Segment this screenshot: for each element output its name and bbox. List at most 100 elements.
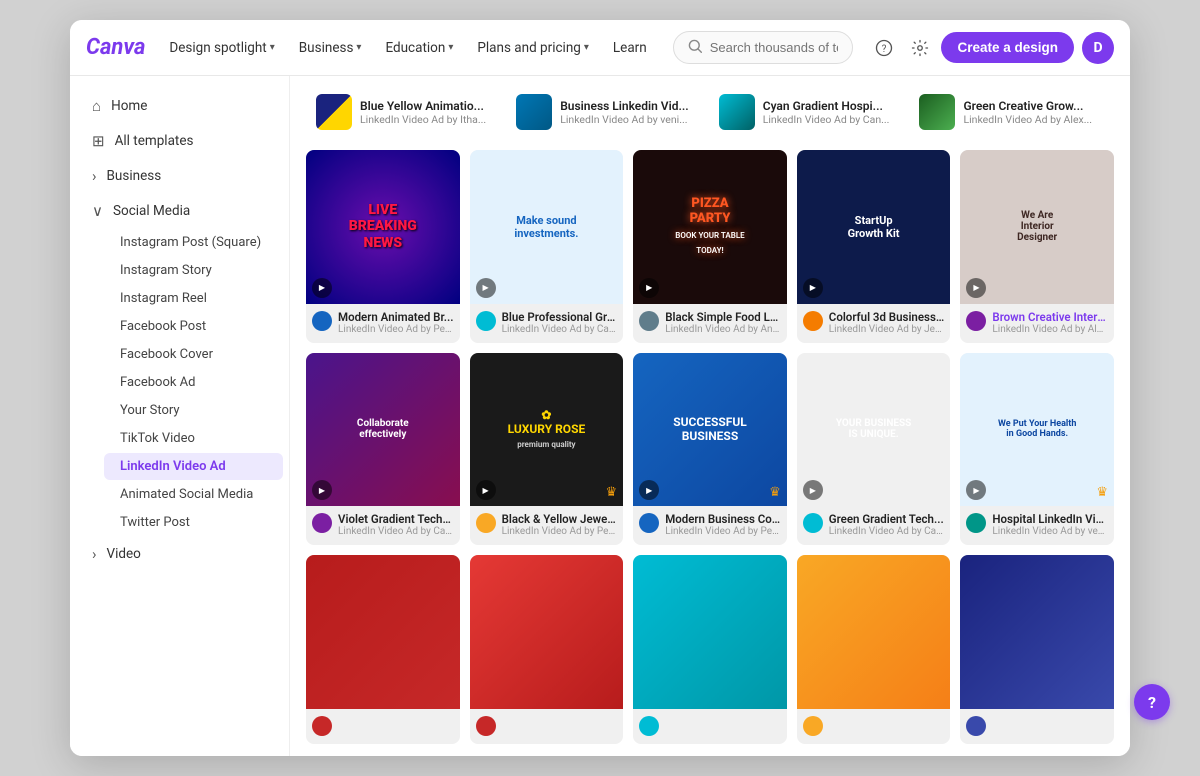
nav-plans[interactable]: Plans and pricing ▾ <box>469 34 597 62</box>
chevron-down-icon: ▾ <box>270 42 275 53</box>
template-title-row1-2: Blue Professional Gra... <box>502 310 618 324</box>
top-strip-thumb-1 <box>516 94 552 130</box>
create-design-button[interactable]: Create a design <box>941 32 1074 63</box>
help-icon-btn[interactable]: ? <box>871 32 898 64</box>
sidebar-item-instagram-story[interactable]: Instagram Story <box>104 257 283 284</box>
template-title-row1-5: Brown Creative Interi... <box>992 310 1108 324</box>
top-strip-title-2: Cyan Gradient Hospi... <box>763 99 890 113</box>
top-strip-sub-2: LinkedIn Video Ad by Can... <box>763 113 890 126</box>
content-area: Blue Yellow Animatio... LinkedIn Video A… <box>290 76 1130 756</box>
top-strip-card-1[interactable]: Business Linkedin Vid... LinkedIn Video … <box>506 88 699 136</box>
sidebar-item-instagram-post[interactable]: Instagram Post (Square) <box>104 229 283 256</box>
template-card-row2-4[interactable]: YOUR BUSINESSIS UNIQUE. ▶ Green Gradient… <box>797 353 951 546</box>
template-card-row2-1[interactable]: Collaborateeffectively ▶ Violet Gradient… <box>306 353 460 546</box>
template-title-row2-5: Hospital LinkedIn Vid... <box>992 512 1108 526</box>
nav-business[interactable]: Business ▾ <box>291 34 370 62</box>
chevron-down-icon: ▾ <box>584 42 589 53</box>
template-card-row3-4[interactable] <box>797 555 951 744</box>
top-strip: Blue Yellow Animatio... LinkedIn Video A… <box>306 88 1114 136</box>
grid-icon: ⊞ <box>92 132 105 150</box>
search-bar[interactable] <box>673 31 853 64</box>
sidebar-item-tiktok-video[interactable]: TikTok Video <box>104 425 283 452</box>
top-strip-sub-1: LinkedIn Video Ad by veni... <box>560 113 689 126</box>
template-thumb-row2-3: SUCCESSFULBUSINESS ▶ ♛ <box>633 353 787 507</box>
play-icon: ▶ <box>639 278 659 298</box>
play-icon: ▶ <box>312 480 332 500</box>
template-title-row2-2: Black & Yellow Jewelr... <box>502 512 618 526</box>
template-card-row1-3[interactable]: PIZZAPARTYBOOK YOUR TABLETODAY! ▶ Black … <box>633 150 787 343</box>
top-strip-thumb-3 <box>919 94 955 130</box>
template-avatar-row3-3 <box>639 716 659 736</box>
sidebar-item-business[interactable]: › Business <box>76 159 283 193</box>
template-card-row3-2[interactable] <box>470 555 624 744</box>
template-title-row2-3: Modern Business Co... <box>665 512 781 526</box>
sidebar-item-video[interactable]: › Video <box>76 537 283 571</box>
nav-learn[interactable]: Learn <box>605 34 655 62</box>
chevron-right-icon: › <box>92 167 97 185</box>
sidebar-item-facebook-ad[interactable]: Facebook Ad <box>104 369 283 396</box>
search-input[interactable] <box>710 40 838 55</box>
template-avatar-row2-1 <box>312 513 332 533</box>
top-strip-thumb-2 <box>719 94 755 130</box>
template-card-row1-4[interactable]: StartUpGrowth Kit ▶ Colorful 3d Business… <box>797 150 951 343</box>
template-title-row1-4: Colorful 3d Business ... <box>829 310 945 324</box>
sidebar-item-linkedin-video-ad[interactable]: LinkedIn Video Ad <box>104 453 283 480</box>
template-grid: LIVEBREAKINGNEWS ▶ Modern Animated Br...… <box>306 150 1114 744</box>
sidebar-item-all-templates[interactable]: ⊞ All templates <box>76 124 283 158</box>
sidebar-item-your-story[interactable]: Your Story <box>104 397 283 424</box>
template-thumb-row1-5: We AreInteriorDesigner ▶ <box>960 150 1114 304</box>
template-avatar-row3-4 <box>803 716 823 736</box>
crown-icon: ♛ <box>606 485 618 500</box>
template-thumb-row1-4: StartUpGrowth Kit ▶ <box>797 150 951 304</box>
sidebar-item-twitter-post[interactable]: Twitter Post <box>104 509 283 536</box>
template-card-row1-1[interactable]: LIVEBREAKINGNEWS ▶ Modern Animated Br...… <box>306 150 460 343</box>
template-sub-row2-5: LinkedIn Video Ad by veni... <box>992 526 1108 537</box>
avatar[interactable]: D <box>1082 32 1114 64</box>
nav-design-spotlight[interactable]: Design spotlight ▾ <box>161 34 282 62</box>
template-thumb-row2-5: We Put Your Healthin Good Hands. ▶ ♛ <box>960 353 1114 507</box>
canva-logo[interactable]: Canva <box>86 35 145 60</box>
template-sub-row2-3: LinkedIn Video Ad by Pee... <box>665 526 781 537</box>
template-avatar-row2-2 <box>476 513 496 533</box>
top-strip-card-4[interactable]: Agriculture LinkedIn ... LinkedIn Video … <box>1112 88 1114 136</box>
search-icon <box>688 38 702 57</box>
crown-icon: ♛ <box>1096 485 1108 500</box>
nav-education[interactable]: Education ▾ <box>377 34 461 62</box>
play-icon: ▶ <box>803 480 823 500</box>
template-avatar-row1-3 <box>639 311 659 331</box>
sidebar-social-media-sub: Instagram Post (Square) Instagram Story … <box>70 229 289 536</box>
sidebar-item-home[interactable]: ⌂ Home <box>76 89 283 123</box>
svg-text:?: ? <box>882 43 887 54</box>
sidebar-item-animated-social[interactable]: Animated Social Media <box>104 481 283 508</box>
template-card-row1-5[interactable]: We AreInteriorDesigner ▶ Brown Creative … <box>960 150 1114 343</box>
top-strip-card-2[interactable]: Cyan Gradient Hospi... LinkedIn Video Ad… <box>709 88 900 136</box>
play-icon: ▶ <box>476 278 496 298</box>
sidebar-item-facebook-post[interactable]: Facebook Post <box>104 313 283 340</box>
top-strip-sub-0: LinkedIn Video Ad by Itha... <box>360 113 486 126</box>
template-avatar-row2-5 <box>966 513 986 533</box>
template-card-row2-5[interactable]: We Put Your Healthin Good Hands. ▶ ♛ Hos… <box>960 353 1114 546</box>
template-thumb-row1-2: Make soundinvestments. ▶ <box>470 150 624 304</box>
top-strip-card-0[interactable]: Blue Yellow Animatio... LinkedIn Video A… <box>306 88 496 136</box>
template-sub-row1-4: LinkedIn Video Ad by Jess... <box>829 324 945 335</box>
template-sub-row1-2: LinkedIn Video Ad by Can... <box>502 324 618 335</box>
top-strip-card-3[interactable]: Green Creative Grow... LinkedIn Video Ad… <box>909 88 1102 136</box>
template-card-row2-3[interactable]: SUCCESSFULBUSINESS ▶ ♛ Modern Business C… <box>633 353 787 546</box>
chevron-down-icon: ∨ <box>92 202 103 220</box>
chevron-down-icon: ▾ <box>356 42 361 53</box>
sidebar-item-instagram-reel[interactable]: Instagram Reel <box>104 285 283 312</box>
template-sub-row1-5: LinkedIn Video Ad by Alex... <box>992 324 1108 335</box>
template-title-row1-3: Black Simple Food Li... <box>665 310 781 324</box>
help-button[interactable]: ? <box>1134 684 1170 720</box>
template-sub-row2-1: LinkedIn Video Ad by Can... <box>338 526 454 537</box>
chevron-down-icon: ▾ <box>448 42 453 53</box>
template-card-row1-2[interactable]: Make soundinvestments. ▶ Blue Profession… <box>470 150 624 343</box>
top-strip-sub-3: LinkedIn Video Ad by Alex... <box>963 113 1092 126</box>
template-card-row3-3[interactable] <box>633 555 787 744</box>
settings-icon-btn[interactable] <box>906 32 933 64</box>
template-card-row3-5[interactable] <box>960 555 1114 744</box>
template-card-row2-2[interactable]: ✿LUXURY ROSEpremium quality ▶ ♛ Black & … <box>470 353 624 546</box>
template-card-row3-1[interactable] <box>306 555 460 744</box>
sidebar-item-facebook-cover[interactable]: Facebook Cover <box>104 341 283 368</box>
sidebar-item-social-media[interactable]: ∨ Social Media <box>76 194 283 228</box>
